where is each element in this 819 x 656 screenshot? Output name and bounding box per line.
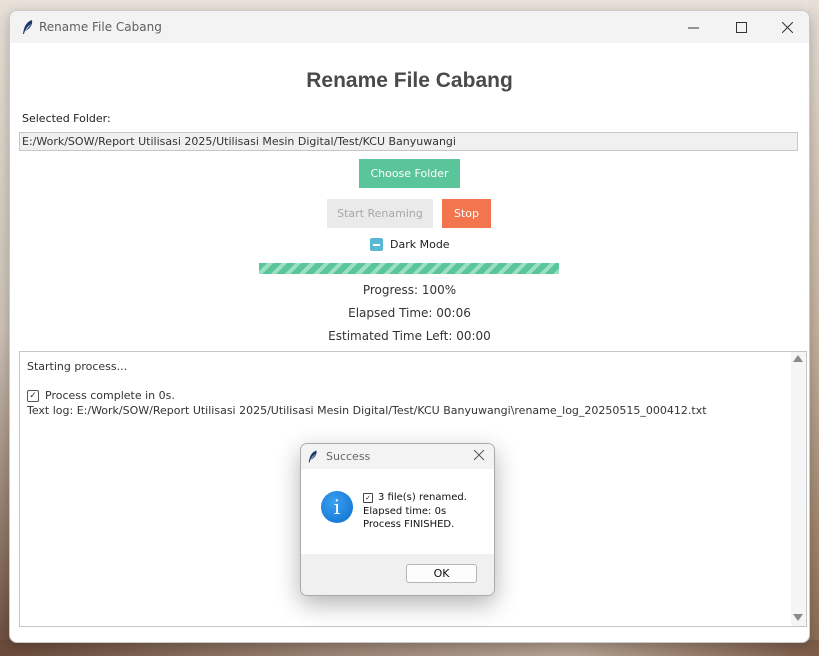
log-line-text: Process complete in 0s. [45,389,175,402]
close-button[interactable] [764,11,809,43]
dialog-title-bar[interactable]: Success [301,444,494,469]
elapsed-time-text: Elapsed Time: 00:06 [348,306,471,320]
dark-mode-label: Dark Mode [390,238,450,251]
scroll-up-icon[interactable] [793,355,803,362]
close-icon[interactable] [472,448,486,462]
log-scrollbar[interactable] [791,352,806,626]
maximize-button[interactable] [718,11,764,43]
success-dialog: Success i ✓ 3 file(s) renamed. Elapsed t… [300,443,495,596]
title-bar[interactable]: Rename File Cabang [10,11,809,43]
dialog-title: Success [326,450,371,463]
dark-mode-toggle[interactable]: Dark Mode [370,238,450,251]
selected-folder-label: Selected Folder: [22,112,111,125]
dialog-message: ✓ 3 file(s) renamed. [363,492,467,503]
choose-folder-button[interactable]: Choose Folder [359,159,460,188]
stop-button[interactable]: Stop [442,199,491,228]
close-icon [781,21,793,33]
minimize-button[interactable] [670,11,716,43]
dialog-message: Elapsed time: 0s [363,506,447,517]
checkmark-icon: ✓ [27,389,39,402]
scroll-down-icon[interactable] [793,614,803,621]
minimize-icon [687,27,699,28]
window-title: Rename File Cabang [39,20,162,34]
log-line: ✓ Process complete in 0s. [27,389,175,402]
page-title: Rename File Cabang [306,69,513,92]
estimated-time-text: Estimated Time Left: 00:00 [328,329,491,343]
feather-icon [23,20,33,34]
dark-mode-checkbox[interactable] [370,238,383,251]
start-renaming-button[interactable]: Start Renaming [327,199,433,228]
maximize-icon [735,21,747,33]
progress-bar [259,263,559,274]
progress-text: Progress: 100% [362,283,457,297]
log-line: Starting process... [27,360,128,373]
feather-icon [308,450,317,463]
dialog-message-text: 3 file(s) renamed. [378,492,467,503]
ok-button[interactable]: OK [406,564,477,583]
info-icon: i [321,491,353,523]
checkmark-icon: ✓ [363,492,373,503]
log-line: Text log: E:/Work/SOW/Report Utilisasi 2… [27,404,707,417]
dialog-message: Process FINISHED. [363,519,455,530]
folder-path-field[interactable]: E:/Work/SOW/Report Utilisasi 2025/Utilis… [19,132,798,151]
dialog-footer: OK [301,554,494,595]
